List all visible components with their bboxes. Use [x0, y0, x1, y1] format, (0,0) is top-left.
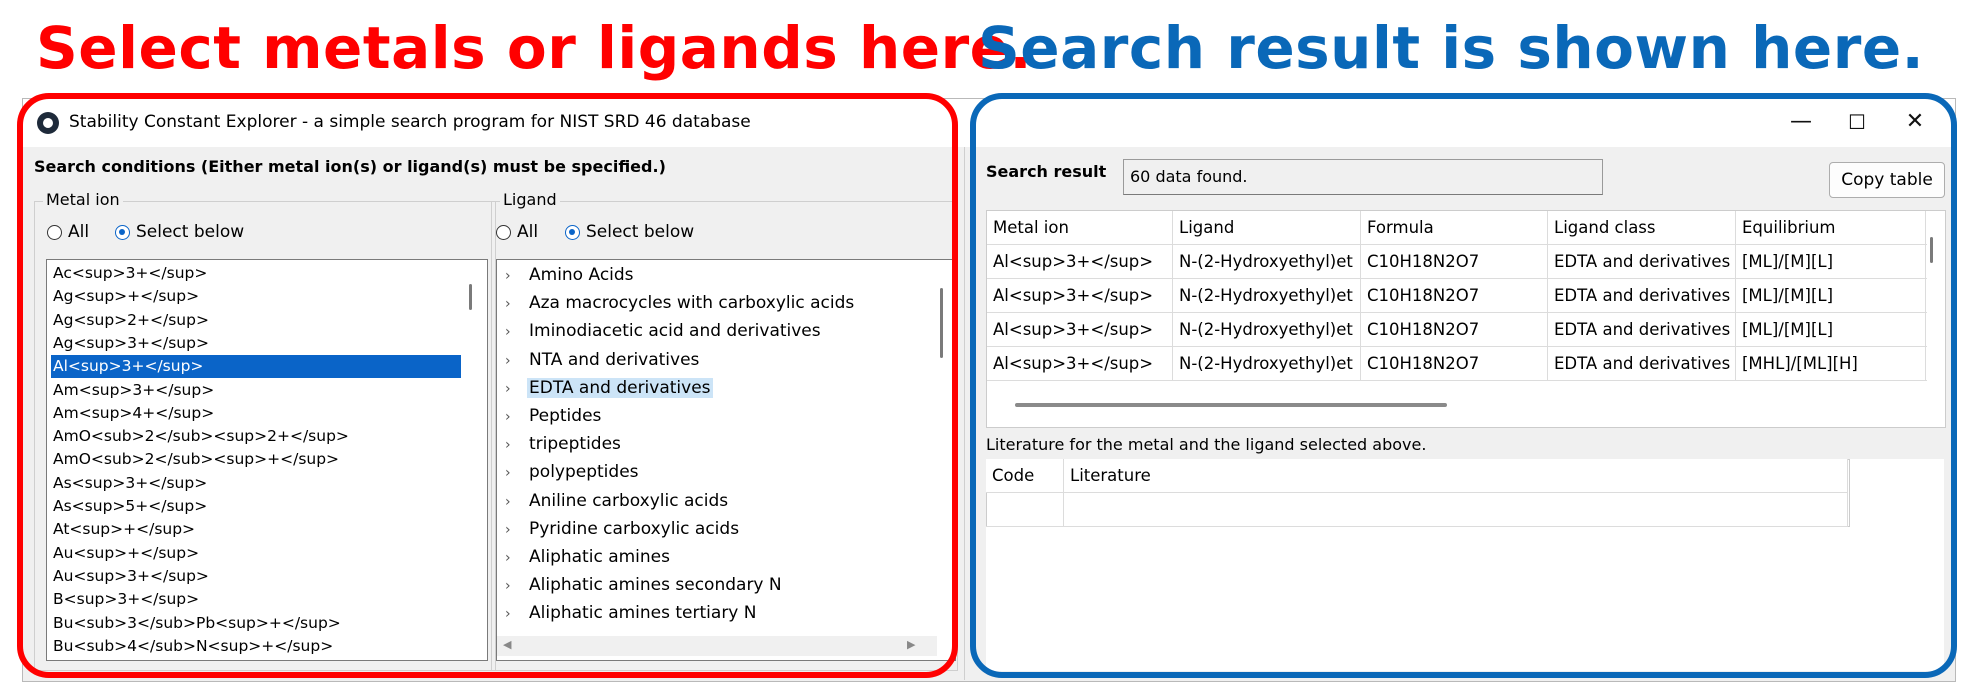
right-annotation-title: Search result is shown here. [978, 14, 1925, 82]
left-annotation-frame [17, 93, 958, 678]
pane-splitter[interactable] [964, 147, 965, 680]
left-annotation-title: Select metals or ligands here. [36, 14, 1033, 82]
right-annotation-frame [970, 93, 1957, 678]
